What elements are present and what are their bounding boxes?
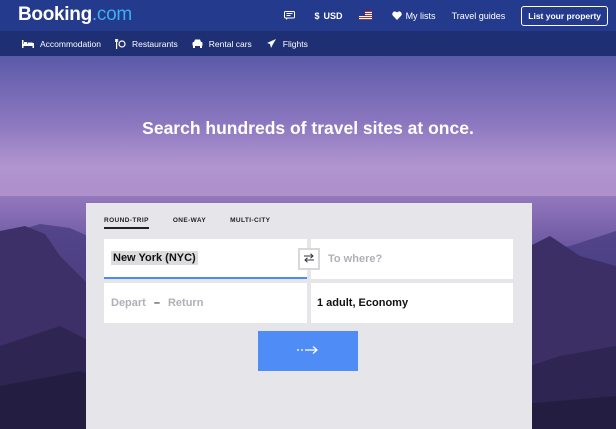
heart-icon xyxy=(391,11,402,20)
top-header: Booking.com $ USD My lists Travel guides… xyxy=(0,0,616,31)
category-nav: Accommodation Restaurants Rental cars Fl… xyxy=(0,31,616,56)
arrow-right-icon xyxy=(297,342,319,360)
nav-item-restaurants[interactable]: Restaurants xyxy=(114,38,178,49)
nav-item-accommodation[interactable]: Accommodation xyxy=(22,39,101,49)
currency-label: USD xyxy=(323,10,343,21)
us-flag-icon xyxy=(358,11,372,20)
booking-logo[interactable]: Booking.com xyxy=(18,4,132,26)
depart-placeholder: Depart xyxy=(111,297,146,309)
swap-icon xyxy=(303,250,315,268)
tab-round-trip[interactable]: ROUND-TRIP xyxy=(104,217,149,229)
destination-placeholder: To where? xyxy=(328,253,383,265)
nav-item-flights[interactable]: Flights xyxy=(266,38,308,49)
bed-icon xyxy=(22,39,34,48)
chat-button[interactable] xyxy=(283,11,299,20)
car-icon xyxy=(192,39,203,48)
date-separator: – xyxy=(153,297,160,309)
origin-value: New York (NYC) xyxy=(111,251,198,265)
travelers-selector[interactable]: 1 adult, Economy xyxy=(311,283,513,323)
nav-item-label: Accommodation xyxy=(40,38,101,49)
nav-item-label: Restaurants xyxy=(131,38,178,49)
tab-multi-city[interactable]: MULTI-CITY xyxy=(230,217,270,229)
chat-icon xyxy=(283,11,295,20)
nav-item-label: Flights xyxy=(282,38,308,49)
swap-button[interactable] xyxy=(298,248,320,270)
destination-input[interactable]: To where? xyxy=(311,239,513,279)
dollar-icon: $ xyxy=(314,10,320,21)
origin-input[interactable]: New York (NYC) xyxy=(104,239,307,279)
list-property-button[interactable]: List your property xyxy=(521,5,608,26)
restaurant-icon xyxy=(114,38,126,49)
dates-input[interactable]: Depart – Return xyxy=(104,283,307,323)
tab-one-way[interactable]: ONE-WAY xyxy=(173,217,206,229)
travelers-value: 1 adult, Economy xyxy=(317,297,409,309)
travel-guides-label: Travel guides xyxy=(451,10,506,21)
plane-icon xyxy=(266,38,277,49)
trip-type-tabs: ROUND-TRIP ONE-WAY MULTI-CITY xyxy=(104,217,294,229)
hero-headline: Search hundreds of travel sites at once. xyxy=(142,118,474,138)
search-button[interactable] xyxy=(258,331,358,371)
nav-item-label: Rental cars xyxy=(208,38,252,49)
search-panel: ROUND-TRIP ONE-WAY MULTI-CITY New York (… xyxy=(86,203,532,429)
my-lists-label: My lists xyxy=(405,10,436,21)
header-actions: $ USD My lists Travel guides List your p… xyxy=(283,0,616,31)
travel-guides-link[interactable]: Travel guides xyxy=(452,11,506,21)
my-lists-link[interactable]: My lists xyxy=(391,10,436,21)
nav-item-rental-cars[interactable]: Rental cars xyxy=(192,39,252,49)
return-placeholder: Return xyxy=(167,297,204,309)
currency-selector[interactable]: $ USD xyxy=(315,11,343,21)
language-selector[interactable] xyxy=(358,11,376,20)
